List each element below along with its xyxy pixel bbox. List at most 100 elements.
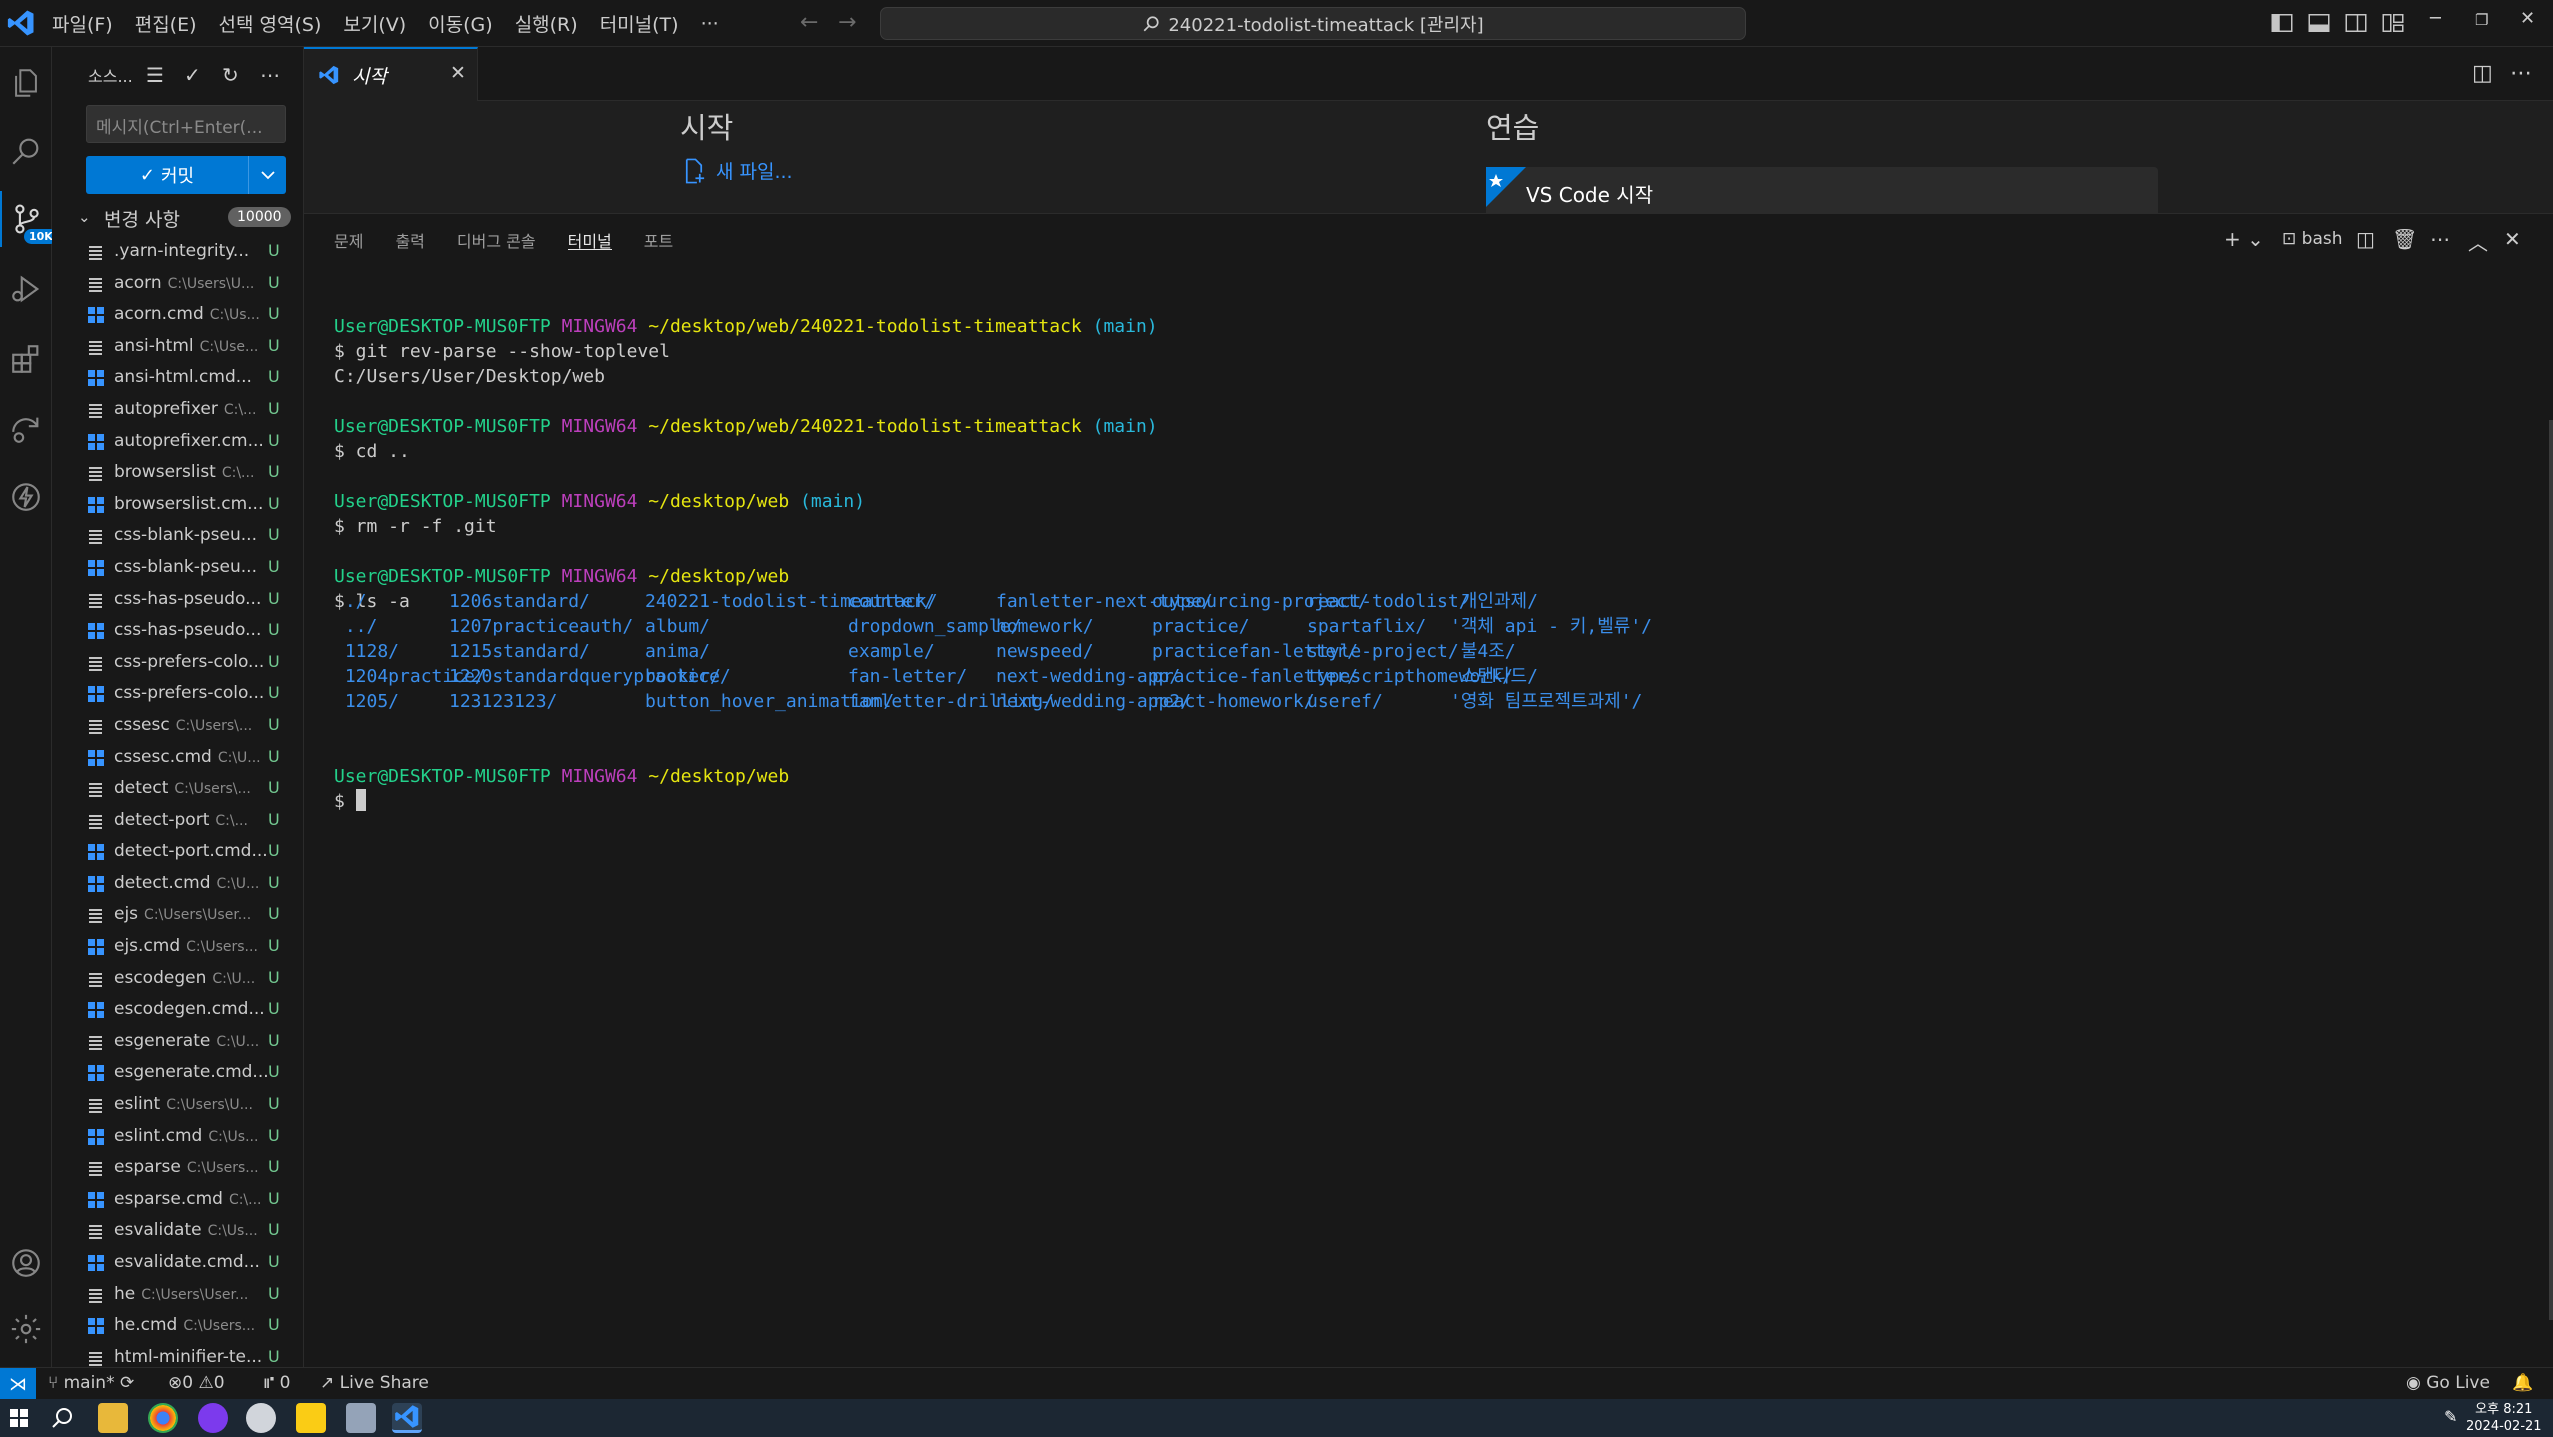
taskbar-clock[interactable]: 오후 8:21 2024-02-21: [2466, 1401, 2542, 1435]
run-debug-icon[interactable]: [0, 261, 52, 317]
tab-problems[interactable]: 문제: [334, 214, 363, 262]
search-icon[interactable]: [0, 123, 52, 179]
branch-indicator[interactable]: ⑂ main* ⟳: [48, 1373, 134, 1393]
more-actions-icon[interactable]: ⋯: [260, 63, 282, 87]
forward-arrow-icon[interactable]: →: [838, 10, 856, 35]
menu-run[interactable]: 실행(R): [515, 10, 578, 37]
commit-message-input[interactable]: 메시지(Ctrl+Enter(...: [86, 105, 286, 143]
menu-selection[interactable]: 선택 영역(S): [219, 10, 322, 37]
changed-file-row[interactable]: css-has-pseudo... U: [52, 585, 303, 617]
changed-file-row[interactable]: acorn C:\Users\U... U: [52, 269, 303, 301]
changed-file-row[interactable]: css-has-pseudo... U: [52, 616, 303, 648]
terminal-scrollbar[interactable]: [2549, 420, 2553, 1320]
command-center[interactable]: 240221-todolist-timeattack [관리자]: [880, 7, 1746, 40]
live-share-button[interactable]: ↗ Live Share: [320, 1373, 429, 1393]
changed-file-row[interactable]: css-blank-pseu... U: [52, 521, 303, 553]
changed-file-row[interactable]: css-prefers-colo... U: [52, 679, 303, 711]
problems-indicator[interactable]: ⊗0 ⚠0: [168, 1373, 225, 1393]
close-tab-icon[interactable]: ✕: [450, 62, 466, 84]
app-icon-1[interactable]: [198, 1403, 228, 1433]
changed-file-row[interactable]: esgenerate.cmd... U: [52, 1058, 303, 1090]
kakaotalk-icon[interactable]: [296, 1403, 326, 1433]
changed-file-row[interactable]: browserslist C:\... U: [52, 458, 303, 490]
changed-file-row[interactable]: detect-port.cmd... U: [52, 837, 303, 869]
go-live-button[interactable]: ◉ Go Live: [2406, 1373, 2490, 1393]
editor-more-icon[interactable]: ⋯: [2510, 61, 2532, 86]
changed-file-row[interactable]: css-blank-pseu... U: [52, 553, 303, 585]
changed-file-row[interactable]: esvalidate.cmd... U: [52, 1248, 303, 1280]
changed-file-row[interactable]: esparse.cmd C:\... U: [52, 1185, 303, 1217]
pen-icon[interactable]: ✎: [2444, 1407, 2457, 1426]
changed-file-row[interactable]: ejs.cmd C:\Users... U: [52, 932, 303, 964]
tab-output[interactable]: 출력: [395, 214, 424, 262]
changed-file-row[interactable]: ansi-html.cmd... U: [52, 363, 303, 395]
sync-icon[interactable]: ⟳: [120, 1373, 134, 1393]
menu-file[interactable]: 파일(F): [52, 10, 113, 37]
changed-file-row[interactable]: ansi-html C:\Use... U: [52, 332, 303, 364]
notepad-icon[interactable]: [346, 1403, 376, 1433]
panel-more-icon[interactable]: ⋯: [2430, 227, 2450, 251]
changed-file-row[interactable]: html-minifier-te... U: [52, 1343, 303, 1367]
changed-file-row[interactable]: eslint C:\Users\U... U: [52, 1090, 303, 1122]
menu-edit[interactable]: 편집(E): [135, 10, 197, 37]
changed-file-row[interactable]: escodegen C:\U... U: [52, 964, 303, 996]
changed-file-row[interactable]: acorn.cmd C:\Us... U: [52, 300, 303, 332]
close-panel-icon[interactable]: ✕: [2504, 227, 2521, 251]
split-terminal-icon[interactable]: ◫: [2356, 227, 2375, 251]
menu-go[interactable]: 이동(G): [428, 10, 493, 37]
close-window-icon[interactable]: ✕: [2520, 8, 2535, 29]
app-icon-2[interactable]: [246, 1403, 276, 1433]
new-file-link[interactable]: 새 파일...: [682, 157, 793, 184]
changed-file-row[interactable]: cssesc C:\Users\... U: [52, 711, 303, 743]
changes-section-header[interactable]: ⌄ 변경 사항 10000: [52, 205, 303, 233]
changed-file-row[interactable]: esparse C:\Users... U: [52, 1153, 303, 1185]
terminal-output[interactable]: User@DESKTOP-MUS0FTP MINGW64 ~/desktop/w…: [334, 314, 2534, 814]
extensions-icon[interactable]: [0, 331, 52, 387]
changed-file-row[interactable]: he C:\Users\User... U: [52, 1280, 303, 1312]
start-windows-icon[interactable]: [4, 1403, 34, 1433]
menu-view[interactable]: 보기(V): [343, 10, 406, 37]
changed-file-row[interactable]: esvalidate C:\Us... U: [52, 1216, 303, 1248]
menu-terminal[interactable]: 터미널(T): [600, 10, 679, 37]
ports-indicator[interactable]: ⑈ 0: [264, 1373, 290, 1393]
tab-terminal[interactable]: 터미널: [567, 214, 612, 251]
changed-file-row[interactable]: esgenerate C:\U... U: [52, 1027, 303, 1059]
explorer-icon[interactable]: [0, 55, 52, 111]
changed-file-row[interactable]: escodegen.cmd... U: [52, 995, 303, 1027]
refresh-icon[interactable]: ↻: [222, 63, 244, 87]
commit-check-icon[interactable]: ✓: [184, 63, 206, 87]
maximize-panel-chevron-up-icon[interactable]: ︿: [2468, 227, 2488, 256]
back-arrow-icon[interactable]: ←: [800, 10, 818, 35]
commit-button-main[interactable]: ✓ 커밋: [86, 156, 248, 194]
toggle-secondary-sidebar-icon[interactable]: [2344, 11, 2368, 35]
remote-indicator-icon[interactable]: ⋊: [0, 1368, 36, 1400]
split-editor-icon[interactable]: ◫: [2472, 61, 2493, 86]
changed-file-row[interactable]: detect C:\Users\... U: [52, 774, 303, 806]
tab-ports[interactable]: 포트: [644, 214, 673, 262]
walkthrough-card[interactable]: VS Code 시작: [1486, 167, 2158, 213]
tab-welcome[interactable]: 시작 ✕: [304, 47, 478, 101]
vscode-taskbar-icon[interactable]: [392, 1403, 422, 1433]
minimize-icon[interactable]: ─: [2430, 8, 2441, 29]
changed-file-row[interactable]: browserslist.cm... U: [52, 490, 303, 522]
new-terminal-plus-icon[interactable]: + ⌄: [2224, 227, 2264, 251]
view-as-list-icon[interactable]: ☰: [146, 63, 168, 87]
changed-file-row[interactable]: detect.cmd C:\U... U: [52, 869, 303, 901]
manage-gear-icon[interactable]: [0, 1301, 52, 1357]
commit-button[interactable]: ✓ 커밋: [86, 156, 286, 194]
remote-explorer-icon[interactable]: [0, 401, 52, 457]
changed-file-row[interactable]: autoprefixer.cm... U: [52, 427, 303, 459]
changed-file-row[interactable]: detect-port C:\... U: [52, 806, 303, 838]
tab-debug-console[interactable]: 디버그 콘솔: [457, 214, 536, 262]
changed-file-row[interactable]: he.cmd C:\Users... U: [52, 1311, 303, 1343]
terminal-profile[interactable]: ⊡ bash: [2282, 229, 2343, 249]
commit-dropdown-chevron-icon[interactable]: [248, 156, 286, 194]
file-explorer-icon[interactable]: [98, 1403, 128, 1433]
toggle-primary-sidebar-icon[interactable]: [2270, 11, 2294, 35]
menu-more[interactable]: ···: [701, 13, 719, 35]
kill-terminal-trash-icon[interactable]: 🗑: [2392, 227, 2417, 251]
notifications-bell-icon[interactable]: 🔔: [2512, 1373, 2533, 1393]
changed-file-row[interactable]: cssesc.cmd C:\U... U: [52, 743, 303, 775]
changed-file-row[interactable]: eslint.cmd C:\Us... U: [52, 1122, 303, 1154]
customize-layout-icon[interactable]: [2381, 11, 2405, 35]
